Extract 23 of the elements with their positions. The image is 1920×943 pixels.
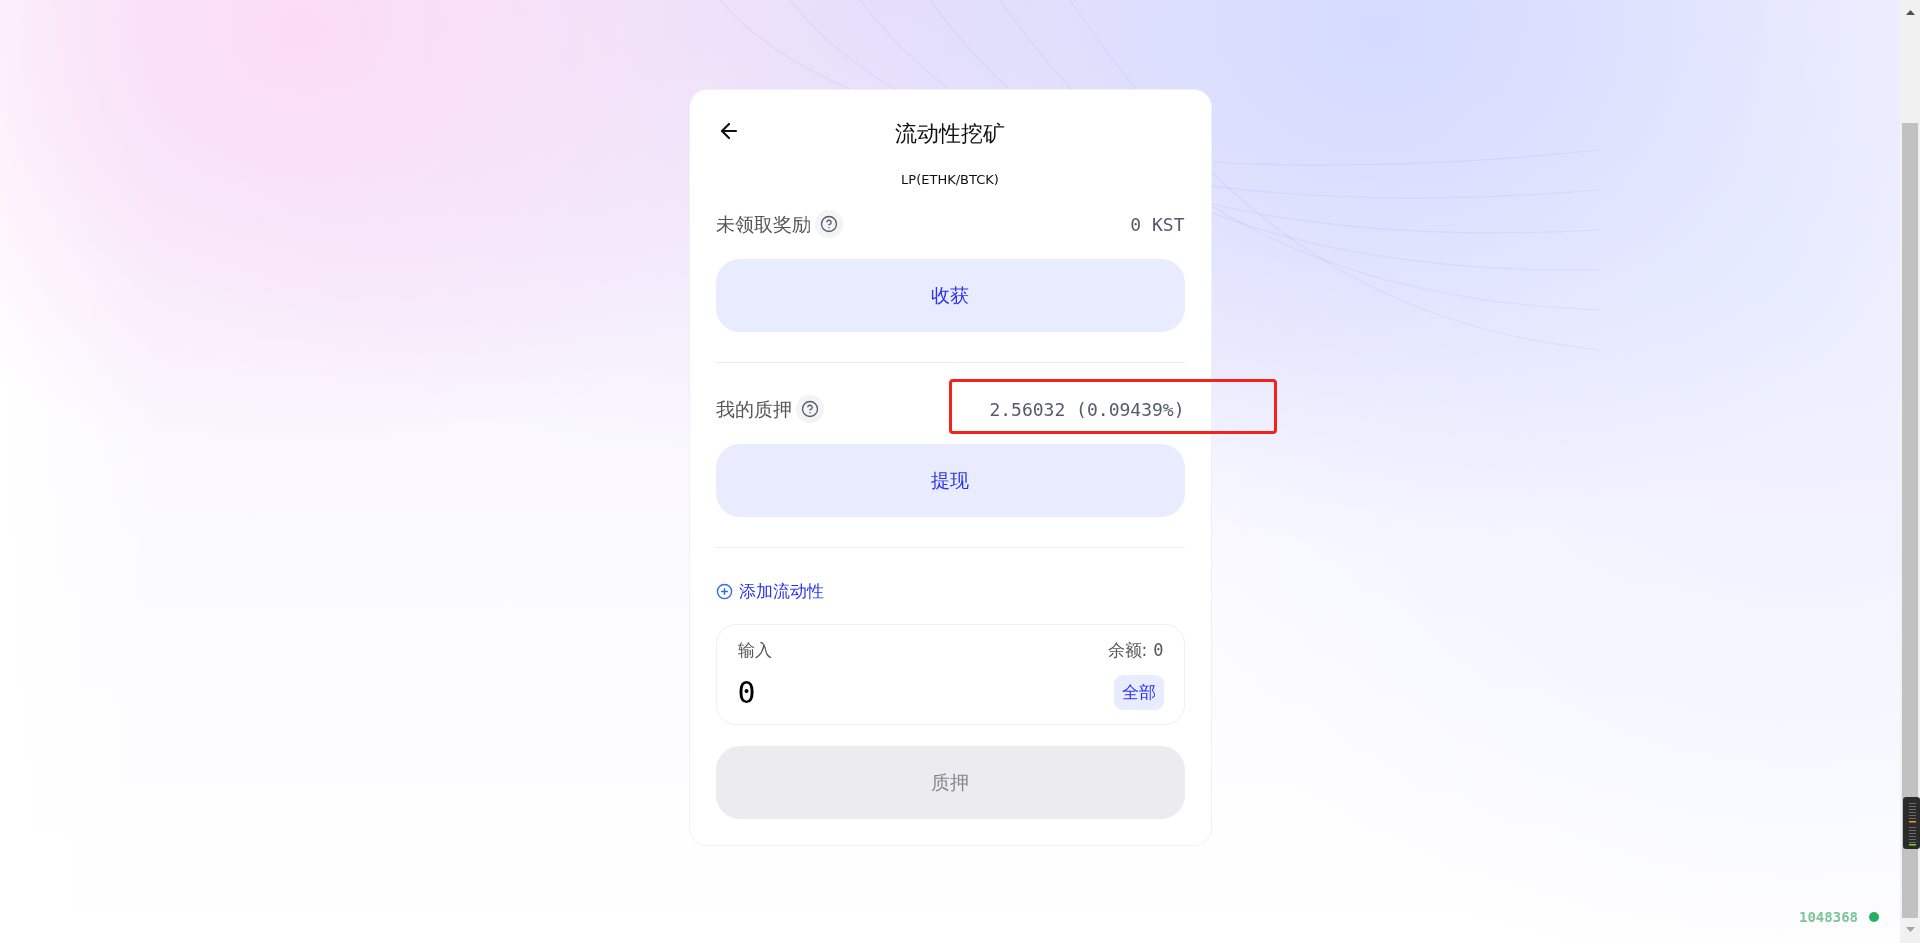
stake-label: 我的质押: [715, 397, 792, 422]
corner-number: 1048368: [1799, 909, 1858, 925]
scroll-thumb[interactable]: [1902, 123, 1918, 918]
input-label: 输入: [737, 638, 772, 662]
rewards-label: 未领取奖励: [715, 212, 811, 237]
harvest-button[interactable]: 收获: [715, 259, 1185, 332]
scrollbar[interactable]: [1900, 0, 1920, 943]
rewards-value: 0 KST: [1130, 213, 1185, 235]
stake-value: 2.56032 (0.09439%): [989, 398, 1185, 420]
withdraw-button[interactable]: 提现: [715, 444, 1185, 517]
status-dot-icon: [1869, 912, 1879, 922]
help-icon[interactable]: [814, 210, 843, 238]
plus-circle-icon: [715, 582, 733, 600]
level-meter-icon: [1903, 797, 1920, 849]
scroll-up-arrow-icon[interactable]: [1905, 10, 1915, 15]
help-icon[interactable]: [795, 395, 824, 423]
balance-text: 余额: 0: [1107, 638, 1164, 662]
amount-input[interactable]: 0: [737, 675, 1102, 710]
page-title: 流动性挖矿: [895, 120, 1005, 148]
max-button[interactable]: 全部: [1113, 675, 1164, 710]
pair-subtitle: LP(ETHK/BTCK): [900, 171, 1000, 189]
amount-field[interactable]: 输入 余额: 0 0 全部: [715, 624, 1185, 725]
add-liquidity-link[interactable]: 添加流动性: [715, 579, 824, 603]
